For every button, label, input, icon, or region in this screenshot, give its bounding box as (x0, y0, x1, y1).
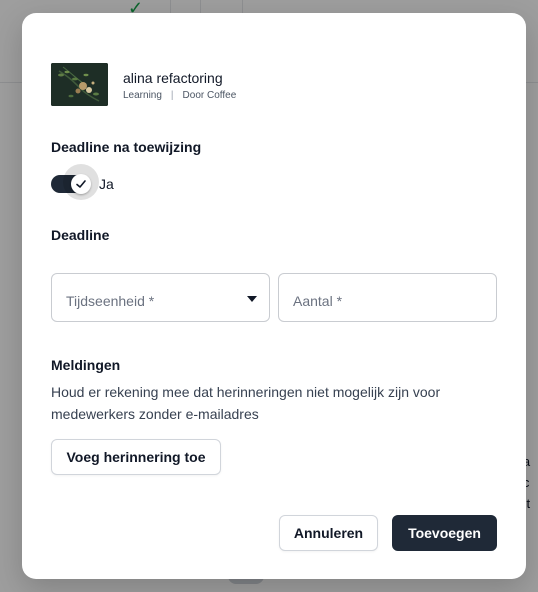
dropdown-caret-icon (247, 296, 257, 302)
course-meta: Learning | Door Coffee (123, 90, 236, 101)
course-author: Door Coffee (182, 90, 237, 101)
deadline-after-assignment-label: Deadline na toewijzing (51, 139, 202, 155)
course-thumbnail-image (51, 63, 108, 106)
toggle-knob[interactable] (71, 174, 91, 194)
course-type: Learning (123, 90, 162, 101)
add-reminder-button[interactable]: Voeg herinnering toe (51, 439, 221, 475)
toggle-label: Ja (99, 176, 114, 192)
amount-placeholder: Aantal * (293, 293, 343, 309)
notifications-help-text: Houd er rekening mee dat herinneringen n… (51, 384, 441, 422)
check-icon (76, 180, 86, 188)
deadline-label: Deadline (51, 227, 110, 243)
course-title: alina refactoring (123, 70, 223, 86)
time-unit-placeholder: Tijdseenheid * (66, 293, 155, 309)
cancel-button[interactable]: Annuleren (279, 515, 378, 551)
add-course-dialog: alina refactoring Learning | Door Coffee… (22, 13, 526, 579)
add-button[interactable]: Toevoegen (392, 515, 497, 551)
notifications-label: Meldingen (51, 357, 121, 373)
meta-separator: | (170, 90, 174, 101)
course-thumbnail (51, 63, 108, 106)
time-unit-select[interactable]: Tijdseenheid * (51, 273, 270, 322)
amount-input[interactable]: Aantal * (278, 273, 497, 322)
